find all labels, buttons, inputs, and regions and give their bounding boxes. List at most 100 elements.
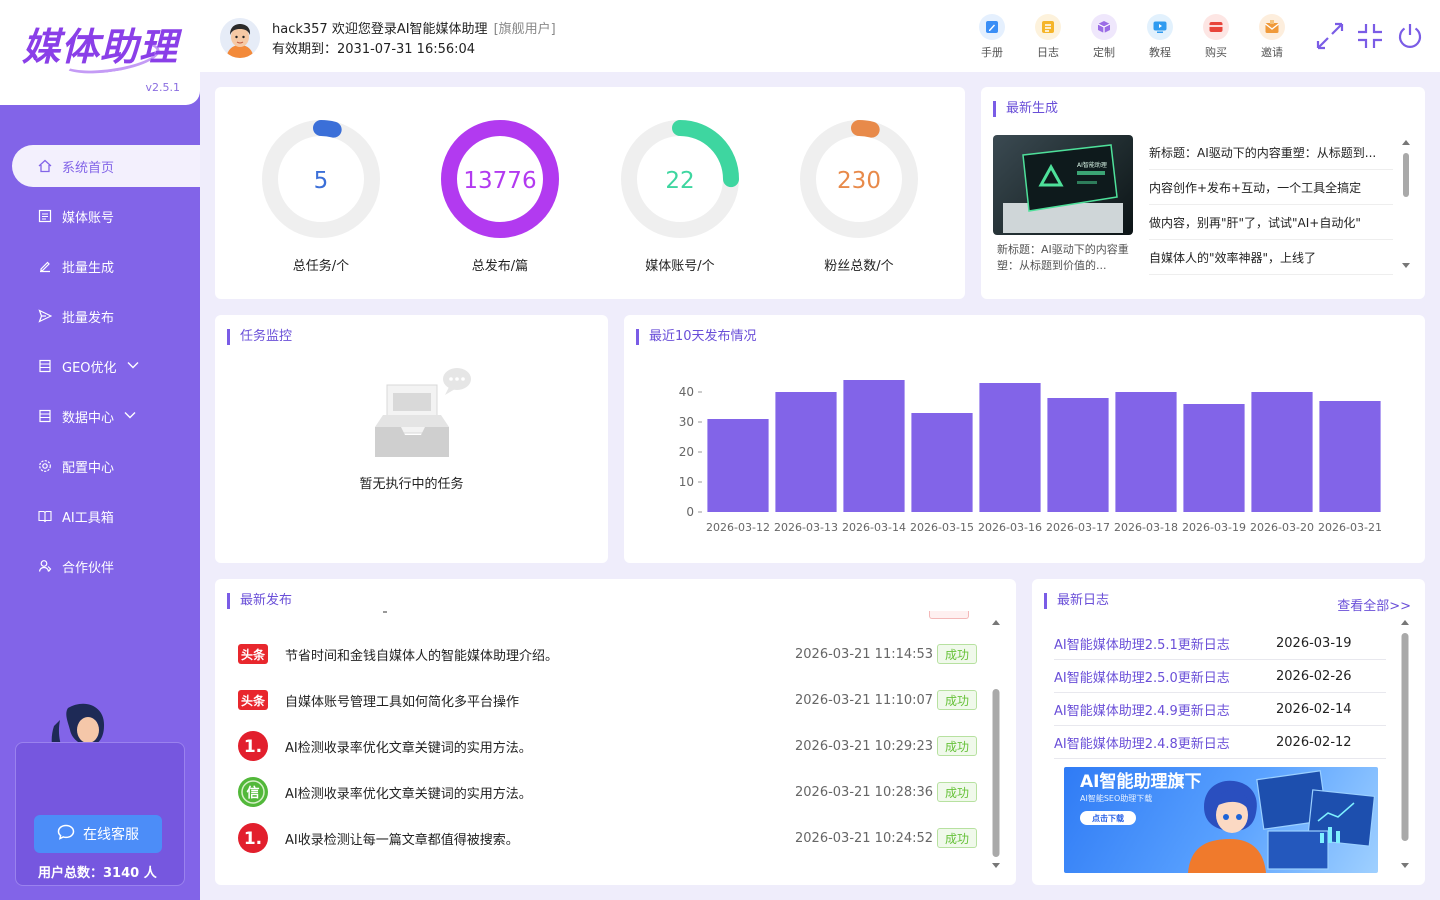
icon-text: 1. — [244, 829, 262, 849]
send-icon — [38, 309, 52, 323]
user-tier-badge: [旗舰用户] — [493, 22, 556, 37]
avatar[interactable] — [220, 18, 260, 58]
green-badge-icon: 信 — [237, 776, 269, 808]
sidebar-item-config[interactable]: 配置中心 — [0, 445, 200, 487]
manual-icon — [979, 14, 1005, 40]
sidebar-item-batch-publish[interactable]: 批量发布 — [0, 295, 200, 337]
chart-bar[interactable] — [911, 413, 973, 512]
status-badge: 成功 — [937, 828, 977, 848]
collapse-icon[interactable] — [1356, 22, 1384, 50]
toutiao-icon: 头条 — [237, 684, 269, 716]
table-row[interactable]: 信 AI检测收录率优化文章关键词的实用方法。 2026-03-21 10:28:… — [237, 769, 977, 815]
stat-value: 13776 — [463, 168, 536, 194]
chart-bar[interactable] — [1115, 392, 1177, 512]
stat-label: 总任务/个 — [292, 259, 350, 274]
number-one-icon: 1. — [237, 822, 269, 854]
chart-bar[interactable] — [979, 383, 1041, 512]
purchase-button[interactable]: 购买 — [1196, 14, 1236, 60]
chart-bar[interactable] — [1183, 404, 1245, 512]
log-row[interactable]: AI智能媒体助理2.4.8更新日志 2026-02-12 — [1054, 726, 1386, 759]
view-all-link[interactable]: 查看全部>> — [1337, 595, 1411, 614]
scrollbar[interactable] — [1401, 619, 1409, 869]
x-tick-label: 2026-03-17 — [1046, 521, 1110, 534]
sidebar-item-label: 合作伙伴 — [62, 560, 115, 576]
online-support-button[interactable]: 在线客服 — [34, 815, 162, 853]
app-version: v2.5.1 — [145, 81, 181, 94]
log-row[interactable]: AI智能媒体助理2.5.1更新日志 2026-03-19 — [1054, 627, 1386, 660]
sidebar: 媒体助理 v2.5.1 系统首页 媒体账号 批量生成 批量发布 GEO优化 数据… — [0, 0, 200, 900]
log-title: AI智能媒体助理2.4.8更新日志 — [1054, 736, 1230, 752]
scrollbar[interactable] — [1402, 139, 1410, 269]
power-icon[interactable] — [1396, 22, 1424, 50]
stats-card: 5 总任务/个 13776 总发布/篇 22 媒体账号/个 230 粉丝总数/个 — [215, 87, 965, 299]
sidebar-item-data-center[interactable]: 数据中心 — [0, 395, 200, 437]
section-title: 最新生成 — [993, 101, 1058, 117]
sidebar-item-media-accounts[interactable]: 媒体账号 — [0, 195, 200, 237]
chart-bar[interactable] — [1251, 392, 1313, 512]
stat-ring: 22 — [621, 120, 739, 238]
chart-bar[interactable] — [775, 392, 837, 512]
generated-thumbnail[interactable]: AI智能助理 — [993, 135, 1133, 235]
table-row[interactable]: 1. AI检测收录率优化文章关键词的实用方法。 2026-03-21 10:29… — [237, 723, 977, 769]
log-row[interactable]: AI智能媒体助理2.4.9更新日志 2026-02-14 — [1054, 693, 1386, 726]
chart-bar[interactable] — [1047, 398, 1109, 512]
book-icon — [38, 509, 52, 523]
chart-bar[interactable] — [707, 419, 769, 512]
stat-ring: 5 — [262, 120, 380, 238]
gear-icon — [38, 459, 52, 473]
log-title: AI智能媒体助理2.4.9更新日志 — [1054, 703, 1230, 719]
list-item[interactable]: 自媒体人的"效率神器"，上线了 — [1149, 240, 1393, 275]
sidebar-item-label: 数据中心 — [62, 410, 115, 426]
x-tick-label: 2026-03-14 — [842, 521, 906, 534]
sidebar-item-geo[interactable]: GEO优化 — [0, 345, 200, 387]
expand-icon[interactable] — [1316, 22, 1344, 50]
sidebar-item-label: 系统首页 — [62, 160, 115, 176]
chart-bar[interactable] — [1319, 401, 1381, 512]
stat-label: 粉丝总数/个 — [824, 259, 894, 274]
stat-label: 总发布/篇 — [471, 259, 529, 274]
stat-total-tasks: 5 总任务/个 — [259, 117, 383, 274]
log-label: 日志 — [1037, 46, 1059, 59]
support-panel: 在线客服 用户总数：3140 人 — [15, 742, 185, 886]
log-row[interactable]: AI智能媒体助理2.5.0更新日志 2026-02-26 — [1054, 660, 1386, 693]
sidebar-item-partners[interactable]: 合作伙伴 — [0, 545, 200, 587]
sidebar-item-label: GEO优化 — [62, 360, 117, 376]
sidebar-item-ai-toolbox[interactable]: AI工具箱 — [0, 495, 200, 537]
scrollbar[interactable] — [992, 619, 1000, 869]
log-date: 2026-03-19 — [1276, 635, 1352, 651]
table-row[interactable]: 头条 节省时间和金钱自媒体人的智能媒体助理介绍。 2026-03-21 11:1… — [237, 631, 977, 677]
list-icon — [38, 409, 52, 423]
sidebar-nav: 系统首页 媒体账号 批量生成 批量发布 GEO优化 数据中心 配置中心 AI工具… — [0, 145, 200, 595]
promo-banner[interactable]: AI智能助理旗下 AI智能SEO助理下载 点击下载 — [1064, 767, 1378, 873]
invite-button[interactable]: 邀请 — [1252, 14, 1292, 60]
list-item[interactable]: 内容创作+发布+互动，一个工具全搞定 — [1149, 170, 1393, 205]
publish-time: 2026-03-21 10:29:23 — [795, 738, 934, 754]
stat-value: 5 — [314, 168, 329, 194]
table-row[interactable]: 1. AI收录检测让每一篇文章都值得被搜索。 2026-03-21 10:24:… — [237, 815, 977, 861]
latest-published-card: 最新发布 头条 节省时间和金钱自媒体人的智能媒体助理介绍。 2026-03-21… — [215, 579, 1016, 885]
x-tick-label: 2026-03-20 — [1250, 521, 1314, 534]
y-tick-label: 0 — [686, 505, 694, 519]
table-row[interactable]: 头条 自媒体账号管理工具如何简化多平台操作 2026-03-21 11:10:0… — [237, 677, 977, 723]
status-badge: 成功 — [937, 690, 977, 710]
list-item[interactable]: 做内容，别再"肝"了，试试"AI+自动化" — [1149, 205, 1393, 240]
chart-bar[interactable] — [843, 380, 905, 512]
manual-button[interactable]: 手册 — [972, 14, 1012, 60]
icon-text: 信 — [246, 785, 259, 801]
publish-time: 2026-03-21 11:10:07 — [795, 692, 934, 708]
tutorial-button[interactable]: 教程 — [1140, 14, 1180, 60]
sidebar-item-home[interactable]: 系统首页 — [12, 145, 200, 187]
welcome-text: hack357 欢迎您登录AI智能媒体助理 [旗舰用户] — [272, 18, 556, 37]
toutiao-icon: 头条 — [237, 638, 269, 670]
publish-chart-card: 最近10天发布情况 0 10 20 30 40 2026-03-12 2026-03-13 2… — [624, 315, 1425, 563]
app-logo: 媒体助理 — [22, 24, 179, 69]
custom-button[interactable]: 定制 — [1084, 14, 1124, 60]
sidebar-item-batch-generate[interactable]: 批量生成 — [0, 245, 200, 287]
x-tick-label: 2026-03-21 — [1318, 521, 1382, 534]
banner-title: AI智能助理旗下 — [1080, 771, 1201, 792]
chat-icon — [57, 824, 75, 844]
list-item[interactable]: 新标题：AI驱动下的内容重塑：从标题到... — [1149, 135, 1393, 170]
welcome-message: hack357 欢迎您登录AI智能媒体助理 — [272, 22, 488, 37]
log-button[interactable]: 日志 — [1028, 14, 1068, 60]
logo-area: 媒体助理 v2.5.1 — [0, 0, 200, 105]
